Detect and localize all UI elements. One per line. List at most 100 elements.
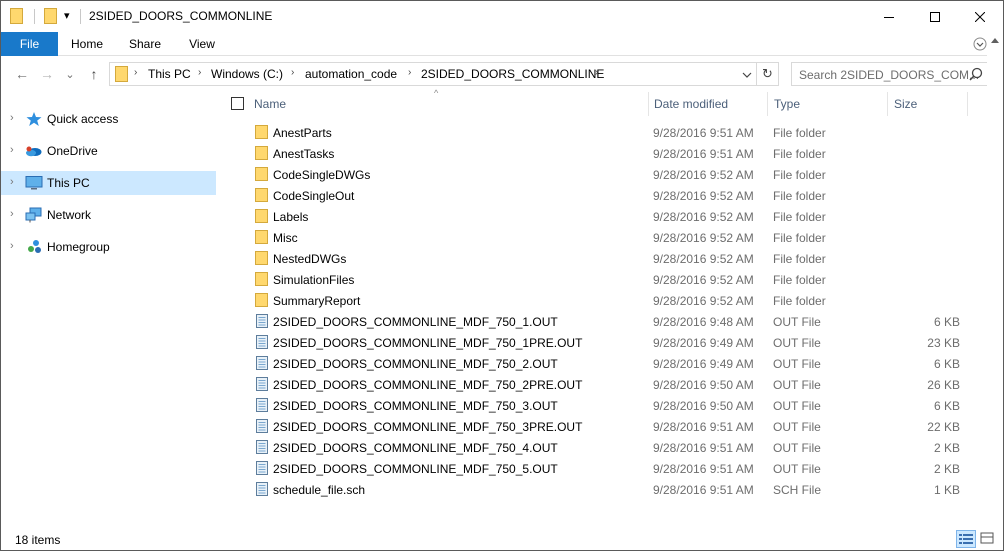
breadcrumb-separator[interactable]: ›: [198, 67, 201, 78]
chevron-down-icon[interactable]: [742, 70, 752, 80]
up-button[interactable]: ↑: [85, 65, 103, 83]
file-name: 2SIDED_DOORS_COMMONLINE_MDF_750_3PRE.OUT: [273, 420, 583, 434]
file-type: File folder: [773, 210, 826, 224]
column-header-date-modified[interactable]: Date modified: [649, 92, 767, 116]
folder-row[interactable]: CodeSingleDWGs 9/28/2016 9:52 AM File fold…: [253, 164, 965, 185]
breadcrumb-automation-code[interactable]: automation_code: [305, 67, 397, 81]
chevron-up-icon: [991, 38, 999, 43]
file-date-modified: 9/28/2016 9:52 AM: [653, 210, 754, 224]
file-date-modified: 9/28/2016 9:52 AM: [653, 252, 754, 266]
folder-row[interactable]: CodeSingleOut 9/28/2016 9:52 AM File folde…: [253, 185, 965, 206]
file-date-modified: 9/28/2016 9:52 AM: [653, 168, 754, 182]
file-row[interactable]: schedule_file.sch 9/28/2016 9:51 AM SCH Fi…: [253, 479, 965, 500]
chevron-right-icon[interactable]: ›: [10, 176, 14, 188]
tab-file[interactable]: File: [1, 32, 58, 56]
chevron-right-icon[interactable]: ›: [10, 112, 14, 124]
folder-row[interactable]: AnestTasks 9/28/2016 9:51 AM File folder: [253, 143, 965, 164]
file-date-modified: 9/28/2016 9:51 AM: [653, 147, 754, 161]
minimize-icon: [884, 16, 894, 18]
file-date-modified: 9/28/2016 9:49 AM: [653, 357, 754, 371]
file-size: 2 KB: [933, 462, 960, 476]
maximize-button[interactable]: [912, 1, 958, 32]
chevron-right-icon[interactable]: ›: [10, 240, 14, 252]
nav-item-network[interactable]: › Network: [1, 203, 216, 227]
quick-access-folder-icon[interactable]: [44, 8, 58, 24]
file-row[interactable]: 2SIDED_DOORS_COMMONLINE_MDF_750_1PRE.OUT…: [253, 332, 965, 353]
details-view-button[interactable]: [956, 530, 976, 548]
file-date-modified: 9/28/2016 9:52 AM: [653, 189, 754, 203]
folder-icon: [10, 8, 23, 24]
file-name: AnestTasks: [273, 147, 335, 161]
column-divider[interactable]: [967, 92, 968, 116]
file-name: CodeSingleDWGs: [273, 168, 371, 182]
breadcrumb-separator[interactable]: ›: [408, 67, 411, 78]
network-icon: [25, 207, 42, 223]
breadcrumb-this-pc[interactable]: This PC: [148, 67, 191, 81]
file-row[interactable]: 2SIDED_DOORS_COMMONLINE_MDF_750_2.OUT 9/2…: [253, 353, 965, 374]
folder-row[interactable]: AnestParts 9/28/2016 9:51 AM File folder: [253, 122, 965, 143]
title-bar: ▾ 2SIDED_DOORS_COMMONLINE: [1, 1, 1003, 32]
nav-item-homegroup[interactable]: › Homegroup: [1, 235, 216, 259]
file-date-modified: 9/28/2016 9:52 AM: [653, 231, 754, 245]
back-button[interactable]: ←: [13, 65, 31, 83]
column-header-size[interactable]: Size: [888, 92, 967, 116]
file-name: 2SIDED_DOORS_COMMONLINE_MDF_750_2PRE.OUT: [273, 378, 583, 392]
file-row[interactable]: 2SIDED_DOORS_COMMONLINE_MDF_750_3PRE.OUT…: [253, 416, 965, 437]
vertical-scrollbar[interactable]: [987, 32, 1003, 522]
file-type: OUT File: [773, 462, 821, 476]
minimize-button[interactable]: [866, 1, 912, 32]
file-row[interactable]: 2SIDED_DOORS_COMMONLINE_MDF_750_4.OUT 9/2…: [253, 437, 965, 458]
star-icon: [26, 112, 42, 126]
folder-icon: [255, 188, 268, 202]
nav-item-onedrive[interactable]: › OneDrive: [1, 139, 216, 163]
breadcrumb-separator[interactable]: ›: [134, 67, 137, 78]
address-bar[interactable]: › This PC › Windows (C:) › automation_co…: [109, 62, 757, 86]
refresh-button[interactable]: ↻: [757, 62, 779, 86]
chevron-down-icon[interactable]: [973, 37, 987, 51]
search-box[interactable]: Search 2SIDED_DOORS_COM...: [791, 62, 991, 86]
nav-item-this-pc[interactable]: › This PC: [1, 171, 216, 195]
column-header-label: Size: [894, 97, 918, 111]
tab-share[interactable]: Share: [119, 32, 171, 56]
breadcrumb-windows-c[interactable]: Windows (C:): [211, 67, 283, 81]
file-row[interactable]: 2SIDED_DOORS_COMMONLINE_MDF_750_3.OUT 9/2…: [253, 395, 965, 416]
file-size: 6 KB: [933, 357, 960, 371]
customize-toolbar-dropdown[interactable]: ▾: [64, 9, 70, 22]
breadcrumb-separator[interactable]: ›: [291, 67, 294, 78]
document-icon: [256, 314, 268, 328]
search-input[interactable]: Search 2SIDED_DOORS_COM...: [799, 68, 979, 82]
folder-row[interactable]: NestedDWGs 9/28/2016 9:52 AM File folder: [253, 248, 965, 269]
folder-row[interactable]: SummaryReport 9/28/2016 9:52 AM File folde…: [253, 290, 965, 311]
refresh-icon: ↻: [762, 66, 773, 81]
nav-item-label: OneDrive: [47, 144, 98, 158]
title-separator: [80, 9, 81, 24]
file-row[interactable]: 2SIDED_DOORS_COMMONLINE_MDF_750_5.OUT 9/2…: [253, 458, 965, 479]
breadcrumb-separator[interactable]: ›: [595, 67, 598, 78]
forward-button[interactable]: →: [38, 65, 56, 83]
nav-item-quick-access[interactable]: › Quick access: [1, 107, 216, 131]
file-name: 2SIDED_DOORS_COMMONLINE_MDF_750_4.OUT: [273, 441, 558, 455]
column-header-type[interactable]: Type: [768, 92, 887, 116]
tab-home[interactable]: Home: [61, 32, 113, 56]
tab-view[interactable]: View: [177, 32, 227, 56]
file-name: 2SIDED_DOORS_COMMONLINE_MDF_750_1PRE.OUT: [273, 336, 583, 350]
column-header-name[interactable]: Name: [253, 92, 648, 116]
breadcrumb-current-folder[interactable]: 2SIDED_DOORS_COMMONLINE: [421, 67, 604, 81]
document-icon: [256, 419, 268, 433]
folder-row[interactable]: Misc 9/28/2016 9:52 AM File folder: [253, 227, 965, 248]
file-row[interactable]: 2SIDED_DOORS_COMMONLINE_MDF_750_1.OUT 9/2…: [253, 311, 965, 332]
large-icons-view-icon: [980, 532, 994, 544]
folder-row[interactable]: Labels 9/28/2016 9:52 AM File folder: [253, 206, 965, 227]
recent-locations-button[interactable]: ⌄: [61, 65, 79, 83]
scroll-up-button[interactable]: [987, 32, 1003, 48]
chevron-right-icon[interactable]: ›: [10, 208, 14, 220]
folder-row[interactable]: SimulationFiles 9/28/2016 9:52 AM File fol…: [253, 269, 965, 290]
file-name: SummaryReport: [273, 294, 361, 308]
file-name: CodeSingleOut: [273, 189, 355, 203]
large-icons-view-button[interactable]: [978, 530, 998, 548]
select-all-checkbox[interactable]: [231, 97, 244, 110]
file-row[interactable]: 2SIDED_DOORS_COMMONLINE_MDF_750_2PRE.OUT…: [253, 374, 965, 395]
chevron-right-icon[interactable]: ›: [10, 144, 14, 156]
close-button[interactable]: [957, 1, 1003, 32]
file-date-modified: 9/28/2016 9:51 AM: [653, 462, 754, 476]
